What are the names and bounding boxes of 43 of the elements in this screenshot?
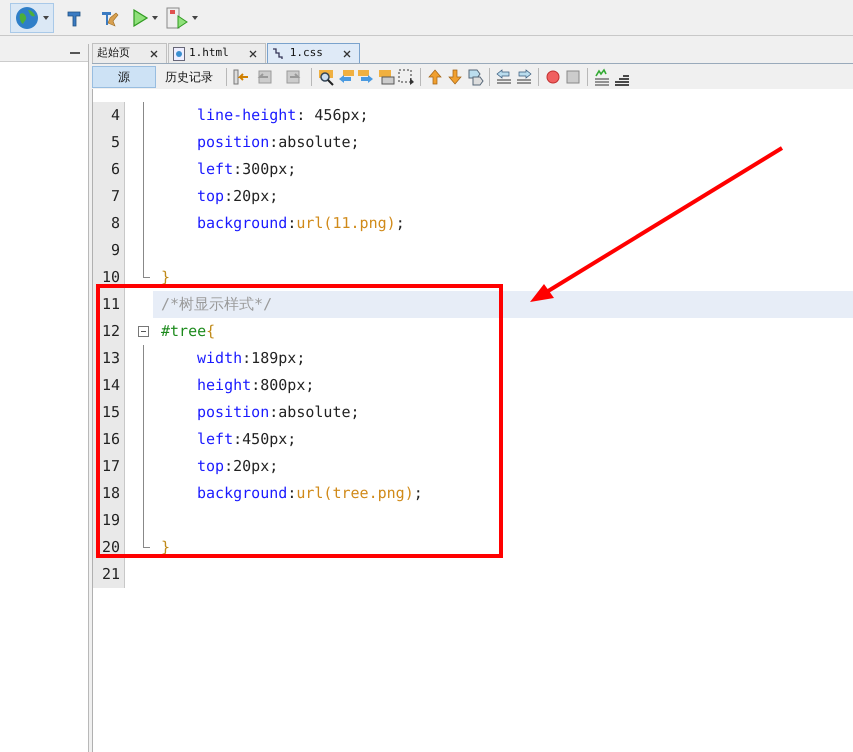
close-icon[interactable] xyxy=(150,50,158,58)
code-line: left:450px; xyxy=(196,429,298,450)
line-number: 7 xyxy=(93,183,125,210)
code-line: width:189px; xyxy=(196,348,306,370)
view-tab[interactable]: 历史记录 xyxy=(156,66,222,88)
code-line: top:20px; xyxy=(196,456,280,478)
editor-tab[interactable]: 起始页 xyxy=(92,43,167,63)
code-line: line-height: 456px; xyxy=(196,105,370,126)
line-number: 8 xyxy=(93,210,125,237)
editor-tab[interactable]: 1.html xyxy=(168,43,266,63)
code-line: #tree{ xyxy=(160,321,216,342)
code-line: position:absolute; xyxy=(196,132,361,154)
code-line: height:800px; xyxy=(196,375,316,396)
code-line: background:url(tree.png); xyxy=(196,483,424,504)
view-tab[interactable]: 源 xyxy=(92,66,156,88)
tab-label: 起始页 xyxy=(97,45,131,62)
minimize-icon[interactable] xyxy=(70,52,80,54)
code-line: background:url(11.png); xyxy=(196,213,406,234)
code-line: top:20px; xyxy=(196,186,280,208)
fold-end-icon xyxy=(143,264,150,278)
line-number: 5 xyxy=(93,129,125,156)
code-line: position:absolute; xyxy=(196,402,361,424)
fold-end-icon xyxy=(143,534,150,548)
browser-button[interactable] xyxy=(10,2,54,32)
caret-icon[interactable] xyxy=(192,16,198,20)
fold-toggle-icon[interactable] xyxy=(138,326,149,337)
caret-icon[interactable] xyxy=(43,16,49,20)
comment-icon[interactable] xyxy=(592,66,612,88)
caret-icon[interactable] xyxy=(152,16,158,20)
code-line: } xyxy=(160,267,172,288)
editor-tab[interactable]: 1.css xyxy=(266,43,360,63)
line-number: 4 xyxy=(93,102,125,129)
code-line: left:300px; xyxy=(196,159,298,180)
tab-label: 1.css xyxy=(290,45,324,62)
line-number: 6 xyxy=(93,156,125,183)
line-number: 21 xyxy=(93,561,125,588)
close-icon[interactable] xyxy=(342,50,351,58)
html-file-icon xyxy=(173,46,185,60)
code-line: } xyxy=(160,537,172,558)
line-number: 9 xyxy=(93,237,125,264)
tab-label: 1.html xyxy=(189,45,230,62)
close-icon[interactable] xyxy=(248,50,257,58)
globe-icon xyxy=(15,6,39,30)
